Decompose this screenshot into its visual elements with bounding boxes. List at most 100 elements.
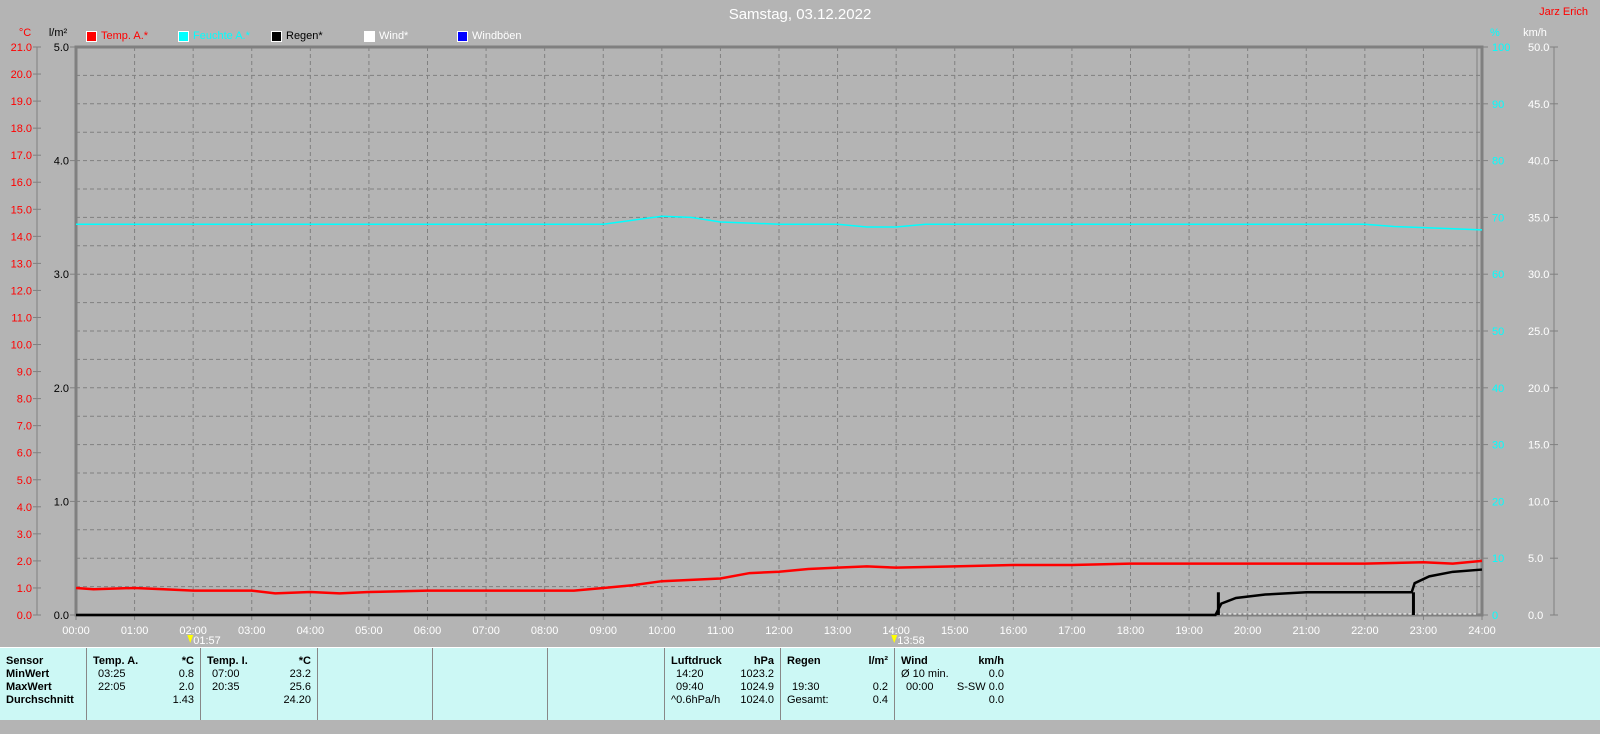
humidity-tick-label: 40 [1492,383,1504,395]
temp-tick-label: 18.0 [11,123,32,135]
x-tick-label: 18:00 [1117,625,1145,637]
x-tick-label: 06:00 [414,625,442,637]
stats-empty [318,648,433,720]
temp-tick-label: 4.0 [17,502,32,514]
x-tick-label: 11:00 [707,625,734,637]
value: 0.0 [988,668,1004,680]
rain-bar [1411,592,1415,615]
temp-tick-label: 11.0 [11,312,32,324]
marker-label: 13:58 [897,635,925,647]
col-head: Luftdruck [671,655,722,667]
col-unit: *C [181,655,194,667]
value: 1023.2 [740,668,774,680]
rain-axis-unit: l/m² [49,27,68,39]
humidity-tick-label: 90 [1492,99,1504,111]
col-head: Temp. I. [207,655,248,667]
wind-axis-unit: km/h [1523,27,1547,39]
temp-tick-label: 0.0 [17,610,32,622]
value: 2.0 [178,681,194,693]
temp-tick-label: 10.0 [11,340,32,352]
stats-empty [433,648,548,720]
humidity-axis-unit: % [1490,27,1500,39]
temp-axis-unit: °C [19,27,31,39]
rain-tick-label: 4.0 [54,156,69,168]
temp-tick-label: 3.0 [17,529,32,541]
value: 1.43 [172,694,194,706]
x-tick-label: 15:00 [941,625,969,637]
x-tick-label: 07:00 [472,625,500,637]
value: 24.20 [283,694,311,706]
col-head: Temp. A. [93,655,139,667]
time: 00:00 [906,681,934,693]
stats-sensor: Sensor MinWert MaxWert Durchschnitt [0,648,87,720]
value: 0.0 [988,694,1004,706]
humidity-tick-label: 20 [1492,496,1504,508]
humidity-tick-label: 70 [1492,212,1504,224]
col-unit: km/h [978,655,1004,667]
humidity-tick-label: 30 [1492,440,1504,452]
humidity-tick-label: 80 [1492,156,1504,168]
wind-tick-label: 45.0 [1528,99,1549,111]
temp-tick-label: 19.0 [11,96,32,108]
row-label: MinWert [6,668,50,680]
x-tick-label: 20:00 [1234,625,1262,637]
time: 19:30 [792,681,820,693]
x-tick-label: 24:00 [1468,625,1496,637]
total-label: Gesamt: [787,694,829,706]
temp-tick-label: 15.0 [11,204,32,216]
humidity-tick-label: 50 [1492,326,1504,338]
trend: ^0.6hPa/h [671,694,721,706]
temp-tick-label: 16.0 [11,177,32,189]
temp-tick-label: 2.0 [17,556,32,568]
stats-temp-a: Temp. A. *C 03:25 0.8 22:05 2.0 1.43 [87,648,201,720]
temp-tick-label: 5.0 [17,475,32,487]
x-tick-label: 19:00 [1175,625,1203,637]
x-tick-label: 21:00 [1292,625,1320,637]
x-tick-label: 05:00 [355,625,383,637]
stats-empty [548,648,665,720]
x-tick-label: 03:00 [238,625,266,637]
value: 1024.9 [740,681,774,693]
wind-tick-label: 40.0 [1528,156,1549,168]
temp-tick-label: 6.0 [17,448,32,460]
temp-tick-label: 21.0 [11,42,32,54]
wind-tick-label: 15.0 [1528,440,1549,452]
rain-tick-label: 0.0 [54,610,69,622]
stats-regen: Regen l/m² 19:30 0.2 Gesamt: 0.4 [781,648,895,720]
stats-temp-i: Temp. I. *C 07:00 23.2 20:35 25.6 24.20 [201,648,318,720]
marker-label: 01:57 [193,635,221,647]
col-head: Regen [787,655,821,667]
x-tick-label: 17:00 [1058,625,1086,637]
x-tick-label: 10:00 [648,625,676,637]
rain-tick-label: 5.0 [54,42,69,54]
row-label: Durchschnitt [6,694,74,706]
wind-tick-label: 35.0 [1528,212,1549,224]
col-unit: *C [298,655,311,667]
temp-tick-label: 1.0 [17,583,32,595]
humidity-tick-label: 0 [1492,610,1498,622]
rain-tick-label: 3.0 [54,269,69,281]
avg-label: Ø 10 min. [901,668,949,680]
value: 0.8 [178,668,194,680]
wind-tick-label: 5.0 [1528,553,1543,565]
stats-wind: Wind km/h Ø 10 min. 0.0 00:00 S-SW 0.0 0.0 [895,648,1010,720]
temp-tick-label: 14.0 [11,231,32,243]
value: 1024.0 [740,694,774,706]
x-tick-label: 01:00 [121,625,149,637]
sensor-head: Sensor [6,655,44,667]
temp-tick-label: 20.0 [11,69,32,81]
temp-tick-label: 12.0 [11,285,32,297]
time: 09:40 [676,681,704,693]
value: 0.2 [872,681,888,693]
rain-bar [1216,592,1220,615]
time: 22:05 [98,681,126,693]
stats-panel: Sensor MinWert MaxWert Durchschnitt Temp… [0,647,1600,720]
wind-tick-label: 50.0 [1528,42,1549,54]
col-unit: l/m² [868,655,888,667]
humidity-tick-label: 60 [1492,269,1504,281]
x-tick-label: 08:00 [531,625,559,637]
wind-tick-label: 10.0 [1528,496,1549,508]
value: S-SW 0.0 [956,681,1004,693]
x-tick-label: 09:00 [589,625,617,637]
wind-tick-label: 20.0 [1528,383,1549,395]
